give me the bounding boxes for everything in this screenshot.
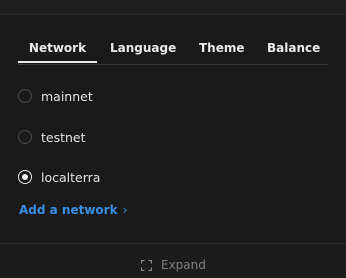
radio-testnet[interactable] (18, 130, 32, 144)
expand-label: Expand (161, 258, 206, 272)
add-network-label: Add a network (19, 203, 118, 217)
settings-tabs: Network Language Theme Balance (18, 38, 328, 65)
network-option-localterra[interactable]: localterra (18, 169, 218, 187)
chevron-right-icon: › (122, 203, 128, 217)
network-label-mainnet: mainnet (41, 89, 93, 104)
header-bar (0, 0, 346, 15)
network-option-mainnet[interactable]: mainnet (18, 88, 218, 106)
add-network-link[interactable]: Add a network › (19, 202, 127, 218)
network-label-testnet: testnet (41, 130, 86, 145)
network-option-testnet[interactable]: testnet (18, 129, 218, 147)
radio-localterra[interactable] (18, 170, 32, 184)
network-label-localterra: localterra (41, 170, 101, 185)
tab-balance[interactable]: Balance (267, 38, 320, 63)
tab-theme[interactable]: Theme (199, 38, 245, 63)
tab-language[interactable]: Language (110, 38, 176, 63)
footer-bar: Expand (0, 243, 346, 278)
radio-mainnet[interactable] (18, 89, 32, 103)
tab-network[interactable]: Network (18, 38, 97, 63)
expand-icon (141, 260, 152, 271)
